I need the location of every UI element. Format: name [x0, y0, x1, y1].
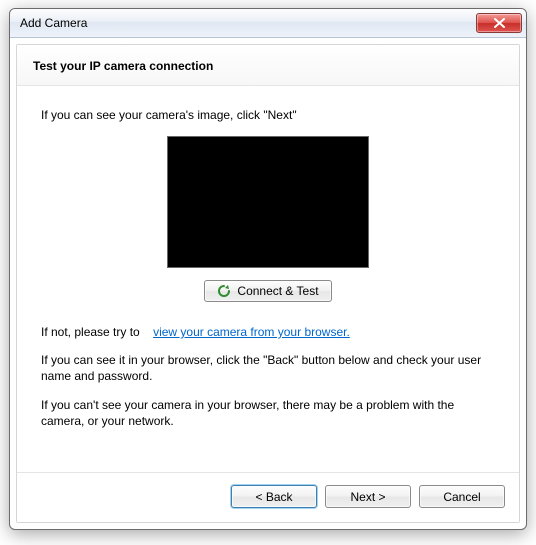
alt-instruction: If not, please try to view your camera f… — [41, 324, 495, 340]
page-heading: Test your IP camera connection — [17, 45, 519, 86]
view-browser-link[interactable]: view your camera from your browser. — [153, 325, 350, 339]
alt-prefix: If not, please try to — [41, 325, 140, 339]
back-button[interactable]: < Back — [231, 485, 317, 508]
titlebar: Add Camera — [10, 9, 526, 38]
dialog-window: Add Camera Test your IP camera connectio… — [9, 8, 527, 530]
close-icon — [494, 18, 505, 28]
connect-test-label: Connect & Test — [237, 284, 318, 298]
connect-test-button[interactable]: Connect & Test — [204, 280, 331, 302]
next-button[interactable]: Next > — [325, 485, 411, 508]
window-title: Add Camera — [20, 16, 87, 30]
content-panel: Test your IP camera connection If you ca… — [16, 44, 520, 523]
next-label: Next > — [350, 490, 385, 504]
camera-preview — [167, 136, 369, 268]
instruction-text: If you can see your camera's image, clic… — [41, 108, 495, 122]
content-body: If you can see your camera's image, clic… — [17, 86, 519, 472]
cancel-label: Cancel — [443, 490, 480, 504]
back-label: < Back — [255, 490, 292, 504]
refresh-icon — [217, 284, 231, 298]
connect-row: Connect & Test — [41, 280, 495, 302]
client-area: Test your IP camera connection If you ca… — [10, 38, 526, 529]
footer-buttons: < Back Next > Cancel — [17, 472, 519, 522]
close-button[interactable] — [476, 13, 522, 33]
browser-ok-text: If you can see it in your browser, click… — [41, 352, 495, 384]
cancel-button[interactable]: Cancel — [419, 485, 505, 508]
browser-fail-text: If you can't see your camera in your bro… — [41, 397, 495, 429]
